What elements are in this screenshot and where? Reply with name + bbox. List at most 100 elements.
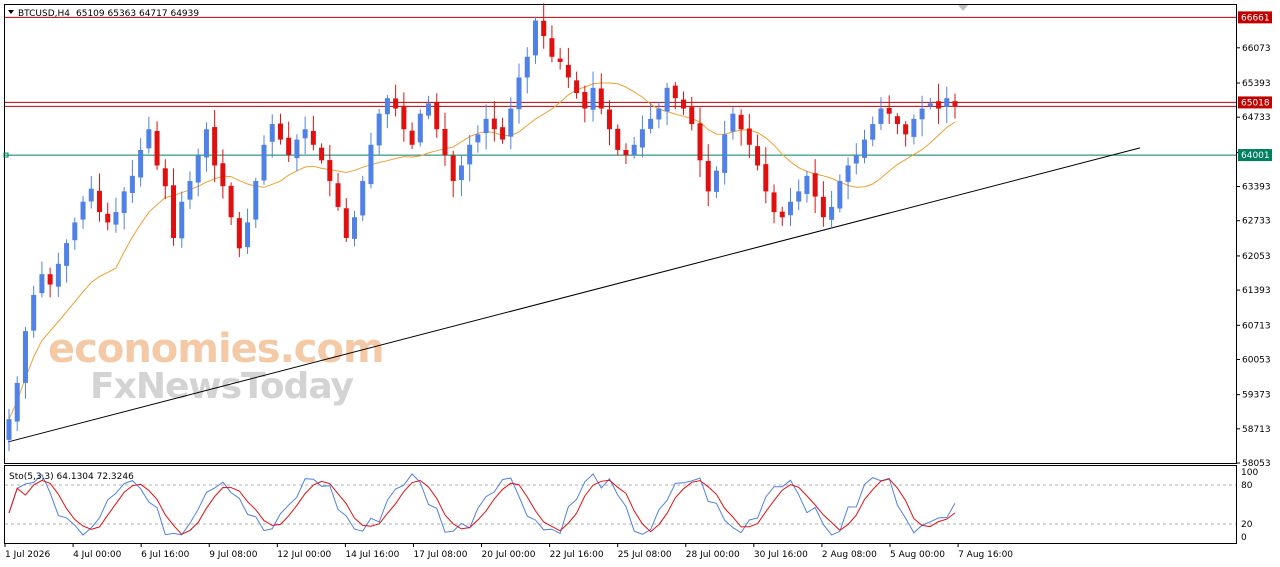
candle-body (162, 168, 168, 187)
candle (203, 122, 209, 172)
candle (598, 73, 604, 115)
symbol-timeframe: BTCUSD,H4 (18, 9, 70, 19)
candle-body (549, 38, 555, 57)
candle-body (648, 118, 654, 129)
candle-body (705, 161, 711, 192)
candle-body (853, 155, 859, 164)
candle (343, 198, 349, 242)
candle (837, 174, 843, 213)
candle (615, 124, 621, 156)
candle (853, 143, 859, 175)
chart-area: economies.com FxNewsToday 66073 65393 6473… (3, 3, 1272, 560)
candle (401, 92, 407, 142)
candle-body (228, 185, 234, 218)
candle (368, 132, 374, 189)
candle (236, 211, 242, 258)
x-tick-label: 1 Jul 2026 (5, 550, 50, 560)
stoch-signal-line (8, 478, 956, 535)
candle (47, 267, 53, 298)
candle (820, 181, 826, 227)
candle-body (771, 192, 777, 213)
candle-body (804, 175, 810, 194)
candle-body (787, 201, 793, 216)
candle-body (450, 155, 456, 182)
candle (417, 109, 423, 147)
scroll-marker-icon[interactable] (958, 5, 968, 11)
candle-body (360, 181, 366, 216)
candle (713, 166, 719, 199)
candle (319, 143, 325, 164)
candle-body (195, 155, 201, 183)
candle-body (31, 294, 37, 331)
candle (253, 177, 259, 228)
y-tick-label: 62733 (1242, 217, 1271, 227)
x-tick-label: 4 Jul 00:00 (73, 550, 122, 560)
candle (541, 3, 547, 49)
candle-body (88, 188, 94, 202)
candle-body (886, 108, 892, 114)
candle-body (401, 105, 407, 130)
candle-body (467, 144, 473, 165)
y-tick-label: 64733 (1242, 113, 1271, 123)
candle-body (829, 206, 835, 220)
candle-body (483, 118, 489, 134)
y-tick-label: 66073 (1242, 44, 1271, 54)
y-tick-label: 65393 (1242, 79, 1271, 89)
candle (302, 116, 308, 155)
candle (582, 85, 588, 123)
y-tick-label: 58713 (1242, 425, 1271, 435)
candle-body (532, 20, 538, 56)
candle (524, 47, 530, 94)
candle (351, 210, 357, 247)
chart-header: BTCUSD,H4 65109 65363 64717 64939 (8, 9, 199, 19)
candle-body (294, 139, 300, 159)
x-tick-label: 28 Jul 00:00 (686, 550, 740, 560)
candle-body (64, 243, 70, 266)
dropdown-triangle-icon[interactable] (8, 10, 14, 14)
candle (500, 117, 506, 144)
candle (113, 197, 119, 233)
candle-body (55, 263, 61, 287)
candle-body (837, 181, 843, 209)
candle (755, 134, 761, 171)
stoch-axis-label: 80 (1241, 481, 1253, 491)
candle (681, 91, 687, 116)
stochastic-panel-frame (4, 465, 1237, 544)
candle (607, 100, 613, 146)
candle-body (154, 130, 160, 166)
candle (919, 95, 925, 137)
candle (862, 129, 868, 164)
candle-body (779, 211, 785, 218)
candle-body (393, 98, 399, 109)
candle (294, 134, 300, 172)
candle-body (96, 190, 102, 213)
candle (80, 195, 86, 229)
candle (360, 175, 366, 221)
candle-body (417, 113, 423, 143)
x-tick-label: 7 Aug 16:00 (958, 550, 1013, 560)
candle-body (327, 160, 333, 182)
candle (746, 113, 752, 159)
candle-body (171, 185, 177, 238)
x-tick-label: 6 Jul 16:00 (141, 550, 190, 560)
candle-body (952, 101, 958, 107)
candle-body (755, 146, 761, 166)
candle (245, 208, 251, 255)
x-tick-label: 12 Jul 00:00 (277, 550, 331, 560)
candle-body (245, 222, 251, 248)
resistance-tag-label: 66661 (1241, 13, 1270, 23)
candle-body (623, 150, 629, 156)
candle-body (672, 85, 678, 99)
candle (14, 376, 20, 432)
candle (565, 47, 571, 89)
candle (787, 187, 793, 226)
candle (105, 202, 111, 231)
candle (335, 172, 341, 211)
candle (483, 104, 489, 150)
candle (870, 116, 876, 147)
candle (442, 112, 448, 166)
candle (672, 82, 678, 110)
candle-body (919, 108, 925, 120)
candle-body (212, 127, 218, 166)
candle-body (253, 181, 259, 220)
